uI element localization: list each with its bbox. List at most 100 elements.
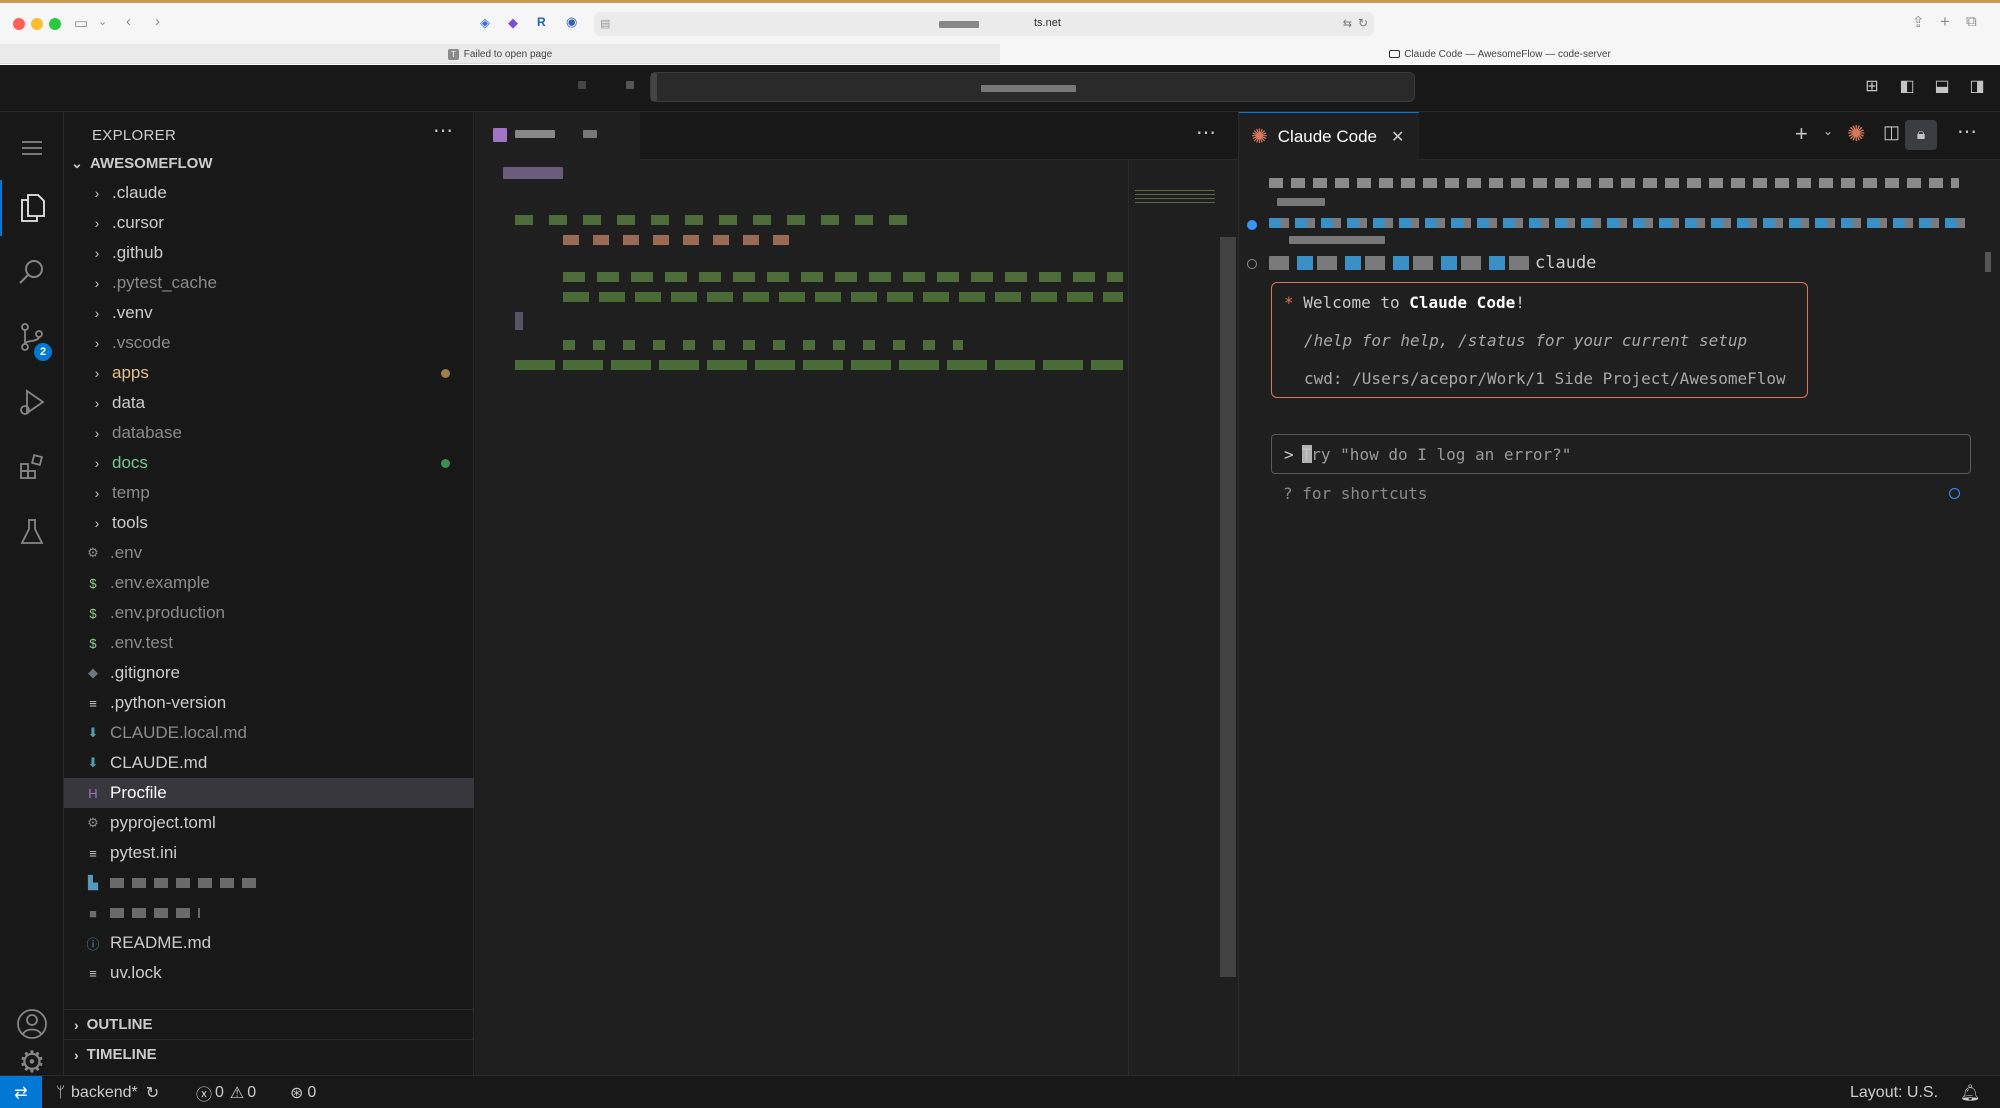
- keyboard-layout[interactable]: Layout: U.S.: [1850, 1076, 1938, 1108]
- folder-temp[interactable]: › temp: [64, 478, 474, 508]
- editor-more-actions-icon[interactable]: ⋯: [1196, 120, 1216, 145]
- file-dot-env-test[interactable]: $ .env.test: [64, 628, 474, 658]
- file-label: uv.lock: [110, 963, 162, 982]
- folder-dot-claude[interactable]: › .claude: [64, 178, 474, 208]
- workspace-root[interactable]: ⌄ AWESOMEFLOW: [64, 148, 474, 178]
- sidebar-toggle-icon[interactable]: ▭: [74, 14, 88, 32]
- ports-status[interactable]: ⊛ 0: [290, 1076, 316, 1108]
- chevron-down-icon[interactable]: ⌄: [1823, 124, 1833, 138]
- close-window-button[interactable]: [13, 18, 25, 30]
- folder-dot-cursor[interactable]: › .cursor: [64, 208, 474, 238]
- welcome-bold: Claude Code: [1409, 293, 1516, 312]
- prompt-input[interactable]: > Try "how do I log an error?": [1271, 434, 1971, 474]
- editor-tab[interactable]: [475, 112, 640, 160]
- command-center[interactable]: [650, 72, 1415, 102]
- browser-tab-vscode[interactable]: Claude Code — AwesomeFlow — code-server: [1000, 44, 2000, 64]
- problems-status[interactable]: ⓧ 0 ⚠ 0: [196, 1076, 256, 1108]
- url-field[interactable]: ▤ ts.net ⇆ ↻: [594, 12, 1374, 36]
- minimap[interactable]: [1135, 190, 1215, 204]
- browser-tab-failed[interactable]: T Failed to open page: [0, 44, 1000, 64]
- toggle-panel-icon[interactable]: ⬓: [1932, 77, 1952, 97]
- folder-label: temp: [112, 483, 150, 502]
- url-text: ts.net: [1034, 17, 1061, 29]
- vertical-scrollbar[interactable]: [1220, 237, 1236, 977]
- search-icon[interactable]: [0, 244, 64, 300]
- file-pyproject-toml[interactable]: ⚙ pyproject.toml: [64, 808, 474, 838]
- r-extension-icon[interactable]: R: [537, 15, 546, 29]
- new-terminal-icon[interactable]: +: [1795, 121, 1808, 147]
- status-bar: ⇄ ᛘ backend* ↻ ⓧ 0 ⚠ 0 ⊛ 0 Layout: U.S. …: [0, 1075, 2000, 1108]
- file-CLAUDE-local-md[interactable]: ⬇ CLAUDE.local.md: [64, 718, 474, 748]
- claude-launch-icon[interactable]: ✺: [1847, 121, 1865, 147]
- activity-bar: 2 ⚙: [0, 112, 64, 1079]
- file-Procfile[interactable]: H Procfile: [64, 778, 474, 808]
- zoom-window-button[interactable]: [49, 18, 61, 30]
- remote-indicator-icon[interactable]: ⇄: [0, 1076, 42, 1108]
- file-uv-lock[interactable]: ≡ uv.lock: [64, 958, 474, 988]
- claude-code-tab[interactable]: ✺ Claude Code ✕: [1239, 112, 1419, 160]
- file-README-md[interactable]: ⓘ README.md: [64, 928, 474, 958]
- folder-database[interactable]: › database: [64, 418, 474, 448]
- file-pytest-ini[interactable]: ≡ pytest.ini: [64, 838, 474, 868]
- chevron-right-icon: ›: [94, 215, 100, 231]
- folder-dot-vscode[interactable]: › .vscode: [64, 328, 474, 358]
- ports-icon: ⊛: [290, 1084, 304, 1102]
- blurred-file-icon: ▙: [88, 875, 98, 890]
- forward-icon[interactable]: ›: [155, 13, 160, 30]
- split-editor-icon[interactable]: ◫: [1883, 122, 1900, 143]
- extension-icon[interactable]: ◆: [508, 15, 518, 31]
- source-control-badge: 2: [34, 343, 52, 361]
- notifications-bell-icon[interactable]: 🔔︎: [1960, 1076, 1980, 1108]
- menu-icon[interactable]: [0, 120, 64, 176]
- blurred-file-label: [110, 908, 200, 918]
- testing-icon[interactable]: [0, 504, 64, 560]
- panel-more-actions-icon[interactable]: ⋯: [1957, 119, 1977, 144]
- timeline-section[interactable]: › TIMELINE: [64, 1039, 474, 1069]
- file-CLAUDE-md[interactable]: ⬇ CLAUDE.md: [64, 748, 474, 778]
- tab-overview-icon[interactable]: ⧉: [1966, 13, 1977, 30]
- outline-section[interactable]: › OUTLINE: [64, 1009, 474, 1039]
- minimize-window-button[interactable]: [31, 18, 43, 30]
- file-dot-python-version[interactable]: ≡ .python-version: [64, 688, 474, 718]
- file-blurred[interactable]: ■: [64, 898, 474, 928]
- folder-dot-pytest-cache[interactable]: › .pytest_cache: [64, 268, 474, 298]
- share-icon[interactable]: ⇪: [1912, 13, 1925, 31]
- folder-apps[interactable]: › apps: [64, 358, 474, 388]
- folder-tools[interactable]: › tools: [64, 508, 474, 538]
- code-server-favicon-icon: [1389, 50, 1401, 58]
- lock-icon[interactable]: 🔒︎: [1905, 120, 1937, 150]
- back-icon[interactable]: ‹: [126, 13, 131, 30]
- chevron-down-icon[interactable]: ⌄: [98, 15, 107, 28]
- sync-icon[interactable]: ↻: [146, 1083, 159, 1103]
- folder-docs[interactable]: › docs: [64, 448, 474, 478]
- toggle-primary-sidebar-icon[interactable]: ◧: [1897, 77, 1917, 97]
- file-dot-gitignore[interactable]: ◆ .gitignore: [64, 658, 474, 688]
- lines-icon: ≡: [89, 695, 97, 711]
- translate-icon[interactable]: ⇆: [1343, 17, 1352, 30]
- welcome-box: * Welcome to Claude Code! /help for help…: [1271, 282, 1808, 398]
- file-dot-env-example[interactable]: $ .env.example: [64, 568, 474, 598]
- error-count: 0: [215, 1083, 224, 1101]
- reload-icon[interactable]: ↻: [1358, 16, 1368, 30]
- page-icon: ▤: [600, 18, 611, 30]
- source-control-icon[interactable]: 2: [0, 309, 64, 365]
- explorer-icon[interactable]: [0, 180, 64, 236]
- more-actions-icon[interactable]: ⋯: [433, 118, 453, 143]
- file-dot-env[interactable]: ⚙ .env: [64, 538, 474, 568]
- globe-extension-icon[interactable]: ◉: [566, 14, 577, 30]
- file-blurred[interactable]: ▙: [64, 868, 474, 898]
- folder-data[interactable]: › data: [64, 388, 474, 418]
- shield-extension-icon[interactable]: ◈: [480, 15, 490, 31]
- panel-scrollbar[interactable]: [1985, 252, 1991, 272]
- new-tab-icon[interactable]: +: [1940, 12, 1950, 32]
- branch-status[interactable]: ᛘ backend* ↻: [56, 1076, 159, 1108]
- customize-layout-icon[interactable]: ⊞: [1862, 77, 1882, 97]
- file-dot-env-production[interactable]: $ .env.production: [64, 598, 474, 628]
- folder-dot-github[interactable]: › .github: [64, 238, 474, 268]
- close-tab-icon[interactable]: ✕: [1391, 127, 1404, 147]
- explorer-sidebar: EXPLORER ⋯ ⌄ AWESOMEFLOW › .claude › .curso…: [64, 112, 474, 1075]
- folder-dot-venv[interactable]: › .venv: [64, 298, 474, 328]
- run-debug-icon[interactable]: [0, 374, 64, 430]
- toggle-secondary-sidebar-icon[interactable]: ◨: [1967, 77, 1987, 97]
- extensions-icon[interactable]: [0, 439, 64, 495]
